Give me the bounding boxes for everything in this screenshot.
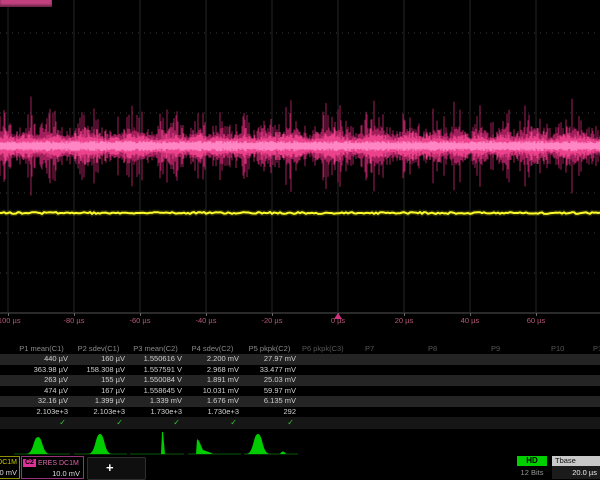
measure-param-header-unused[interactable]: P9 xyxy=(491,343,500,354)
time-axis-label: 20 µs xyxy=(395,316,414,325)
measure-value: 25.03 mV xyxy=(241,375,298,386)
mouse-cursor-icon: + xyxy=(106,461,114,474)
measure-value: 2.103e+3 xyxy=(13,407,70,418)
timebase-value: 20.0 µs xyxy=(552,466,600,479)
waveform-display xyxy=(0,0,600,330)
status-check-icon: ✓ xyxy=(184,417,241,429)
measure-column-p5: P5 pkpk(C2)27.97 mV33.477 mV25.03 mV59.9… xyxy=(241,343,298,429)
histicon xyxy=(196,439,213,454)
measure-value: 1.730e+3 xyxy=(127,407,184,418)
measure-value: 59.97 mV xyxy=(241,386,298,397)
measure-value: 27.97 mV xyxy=(241,354,298,365)
measure-param-header-unused[interactable]: P6 pkpk(C3) xyxy=(302,343,344,354)
time-axis-label: -80 µs xyxy=(64,316,85,325)
measure-param-header[interactable]: P4 sdev(C2) xyxy=(184,343,241,354)
measure-value: 33.477 mV xyxy=(241,365,298,376)
time-axis-label: 60 µs xyxy=(527,316,546,325)
measure-param-header[interactable]: P5 pkpk(C2) xyxy=(241,343,298,354)
c2-coupling-label: ERES DC1M xyxy=(38,460,79,467)
measure-value: 2.103e+3 xyxy=(70,407,127,418)
measure-value: 10.031 mV xyxy=(184,386,241,397)
histicon xyxy=(161,432,165,454)
trigger-position-marker xyxy=(334,313,342,319)
time-axis-label: -100 µs xyxy=(0,316,21,325)
status-check-icon: ✓ xyxy=(13,417,70,429)
measure-param-header-unused[interactable]: P7 xyxy=(365,343,374,354)
measure-value: 292 xyxy=(241,407,298,418)
timebase-descriptor[interactable]: Tbase 20.0 µs xyxy=(552,456,600,479)
measure-histicons xyxy=(0,430,600,456)
measure-value: 160 µV xyxy=(70,354,127,365)
c1-scale-label: 10.0 mV xyxy=(0,467,19,478)
c1-coupling-label: DC1M xyxy=(0,457,19,467)
bit-depth-label: 12 Bits xyxy=(512,468,552,477)
measure-param-header[interactable]: P1 mean(C1) xyxy=(13,343,70,354)
measure-value: 1.339 mV xyxy=(127,396,184,407)
channel-c1-descriptor[interactable]: DC1M 10.0 mV xyxy=(0,456,20,479)
measure-param-header[interactable]: P2 sdev(C1) xyxy=(70,343,127,354)
measure-table: P1 mean(C1)440 µV363.98 µV263 µV474 µV32… xyxy=(0,343,600,429)
measure-value: 1.550616 V xyxy=(127,354,184,365)
time-axis-label: 40 µs xyxy=(461,316,480,325)
measure-column-p2: P2 sdev(C1)160 µV158.308 µV155 µV167 µV1… xyxy=(70,343,127,429)
measure-value: 158.308 µV xyxy=(70,365,127,376)
measure-column-p1: P1 mean(C1)440 µV363.98 µV263 µV474 µV32… xyxy=(13,343,70,429)
measure-column-p3: P3 mean(C2)1.550616 V1.557591 V1.550084 … xyxy=(127,343,184,429)
time-axis-label: -60 µs xyxy=(130,316,151,325)
measure-value: 155 µV xyxy=(70,375,127,386)
status-check-icon: ✓ xyxy=(70,417,127,429)
empty-descriptor-slot[interactable] xyxy=(87,457,146,480)
histicon xyxy=(246,434,286,454)
measure-value: 2.200 mV xyxy=(184,354,241,365)
measure-param-header-unused[interactable]: P10 xyxy=(551,343,564,354)
measure-param-header[interactable]: P3 mean(C2) xyxy=(127,343,184,354)
measure-value: 2.968 mV xyxy=(184,365,241,376)
measure-value: 32.16 µV xyxy=(13,396,70,407)
c2-scale-label: 10.0 mV xyxy=(22,468,83,479)
status-check-icon: ✓ xyxy=(127,417,184,429)
measure-value: 1.730e+3 xyxy=(184,407,241,418)
histicon xyxy=(26,437,50,454)
measure-value: 440 µV xyxy=(13,354,70,365)
status-check-icon: ✓ xyxy=(241,417,298,429)
measure-value: 1.399 µV xyxy=(70,396,127,407)
clipped-trace-label xyxy=(0,0,52,7)
measure-param-header-unused[interactable]: P11 xyxy=(593,343,600,354)
hd-mode-badge[interactable]: HD xyxy=(517,456,547,466)
timebase-title: Tbase xyxy=(552,456,600,466)
oscilloscope-screen: -100 µs-80 µs-60 µs-40 µs-20 µs0 µs20 µs… xyxy=(0,0,600,480)
measure-value: 1.676 mV xyxy=(184,396,241,407)
histicon xyxy=(88,434,112,454)
time-axis-label: -40 µs xyxy=(196,316,217,325)
measure-value: 1.558645 V xyxy=(127,386,184,397)
measure-param-header-unused[interactable]: P8 xyxy=(428,343,437,354)
measure-value: 263 µV xyxy=(13,375,70,386)
measure-value: 474 µV xyxy=(13,386,70,397)
measure-value: 6.135 mV xyxy=(241,396,298,407)
time-axis-label: -20 µs xyxy=(262,316,283,325)
measure-value: 167 µV xyxy=(70,386,127,397)
measure-value: 1.550084 V xyxy=(127,375,184,386)
measure-value: 1.557591 V xyxy=(127,365,184,376)
measure-value: 363.98 µV xyxy=(13,365,70,376)
c2-badge: C2 xyxy=(23,459,36,467)
measure-column-p4: P4 sdev(C2)2.200 mV2.968 mV1.891 mV10.03… xyxy=(184,343,241,429)
measure-value: 1.891 mV xyxy=(184,375,241,386)
channel-c2-descriptor[interactable]: C2 ERES DC1M 10.0 mV xyxy=(21,456,84,479)
